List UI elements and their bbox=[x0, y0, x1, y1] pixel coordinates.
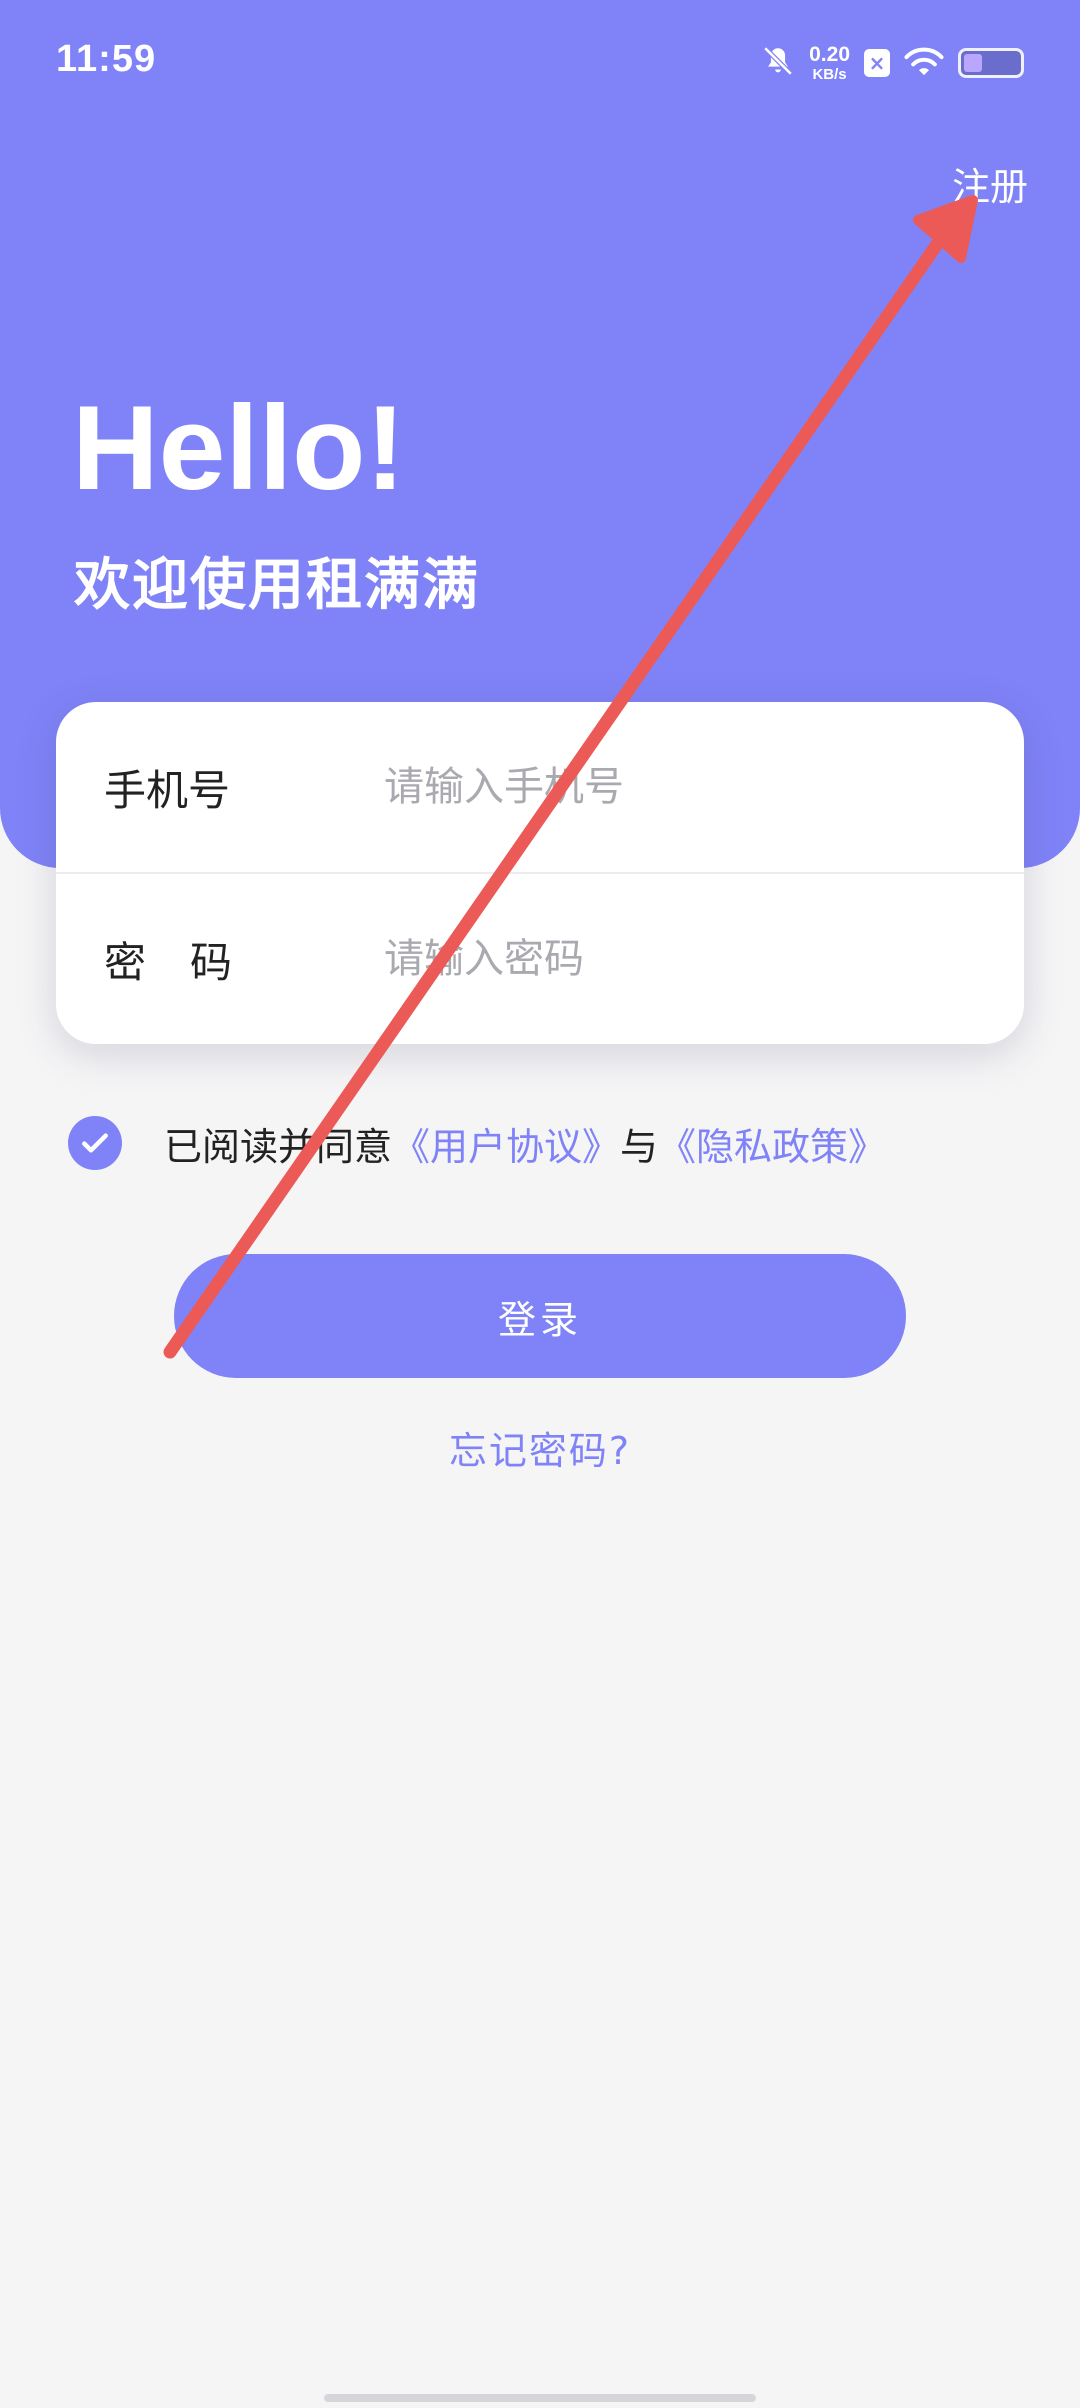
phone-input[interactable] bbox=[384, 747, 984, 827]
status-time: 11:59 bbox=[56, 38, 157, 80]
user-agreement-link[interactable]: 《用户协议》 bbox=[392, 1125, 620, 1169]
agreement-prefix: 已阅读并同意 bbox=[164, 1124, 393, 1169]
login-button[interactable]: 登录 bbox=[174, 1254, 906, 1378]
privacy-policy-link[interactable]: 《隐私政策》 bbox=[658, 1125, 886, 1169]
login-form-card: 手机号 密码 bbox=[56, 702, 1024, 1044]
status-bar: 11:59 0.20 KB/s × bbox=[0, 0, 1080, 126]
welcome-subtitle: 欢迎使用租满满 bbox=[74, 553, 480, 618]
agreement-text: 已阅读并同意《用户协议》与《隐私政策》 bbox=[164, 1116, 886, 1171]
password-row: 密码 bbox=[56, 874, 1024, 1044]
net-speed-value: 0.20 bbox=[809, 43, 850, 66]
hello-heading: Hello! bbox=[72, 381, 406, 515]
mute-bell-icon bbox=[761, 44, 795, 82]
status-icons: 0.20 KB/s × bbox=[761, 40, 1024, 86]
agreement-checkbox[interactable] bbox=[68, 1116, 122, 1170]
agreement-conjunction: 与 bbox=[620, 1124, 659, 1169]
agreement-row: 已阅读并同意《用户协议》与《隐私政策》 bbox=[68, 1116, 886, 1170]
password-input[interactable] bbox=[384, 919, 984, 999]
home-indicator bbox=[324, 2394, 756, 2402]
check-icon bbox=[82, 1133, 108, 1153]
sim-icon: × bbox=[864, 49, 890, 77]
phone-label: 手机号 bbox=[104, 765, 231, 815]
wifi-icon bbox=[904, 45, 944, 81]
register-link[interactable]: 注册 bbox=[952, 156, 1028, 211]
net-speed: 0.20 KB/s bbox=[809, 44, 850, 82]
forgot-password-link[interactable]: 忘记密码? bbox=[0, 1420, 1080, 1475]
net-speed-unit: KB/s bbox=[812, 66, 847, 83]
battery-icon bbox=[958, 48, 1024, 78]
password-label: 密码 bbox=[104, 937, 277, 987]
phone-row: 手机号 bbox=[56, 702, 1024, 872]
